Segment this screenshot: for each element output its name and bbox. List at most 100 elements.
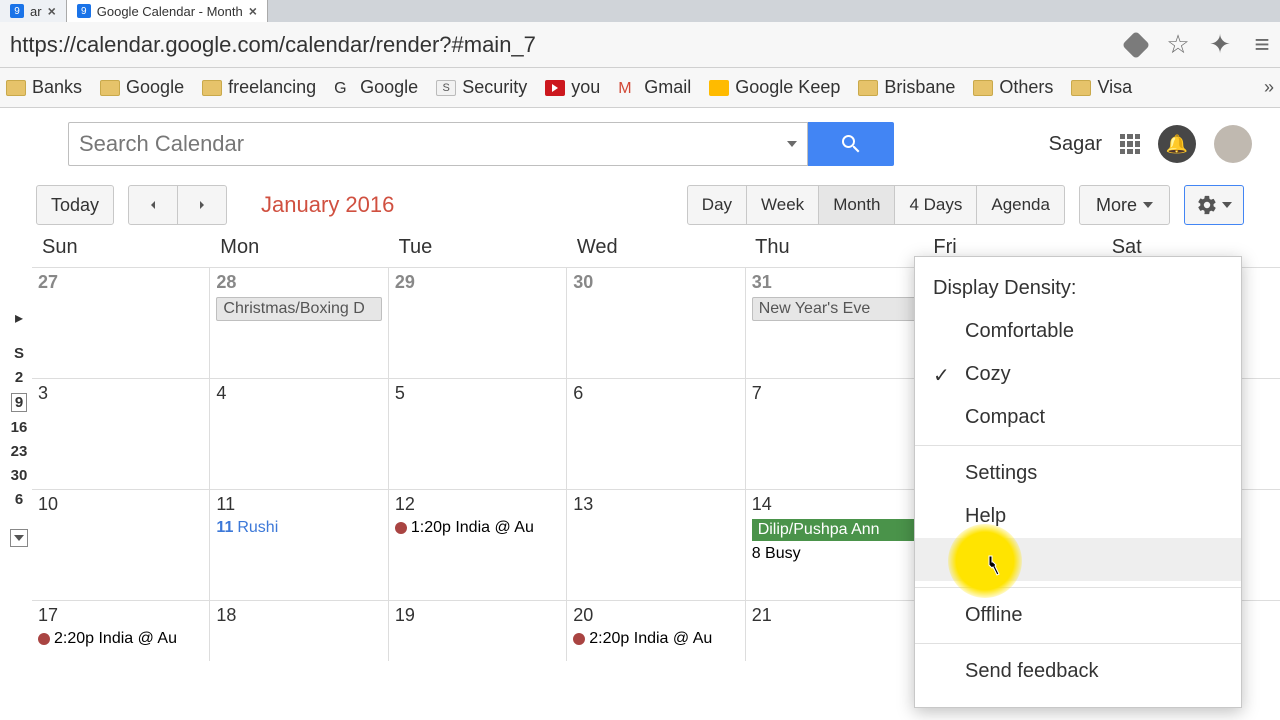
bookmark-item[interactable]: MGmail [618, 77, 691, 98]
view-day[interactable]: Day [687, 185, 747, 225]
calendar-event[interactable]: Christmas/Boxing D [216, 297, 381, 321]
today-button[interactable]: Today [36, 185, 114, 225]
bookmark-item[interactable]: Banks [6, 77, 82, 98]
menu-help[interactable]: Help [915, 495, 1241, 538]
mini-week-num[interactable]: 23 [11, 443, 28, 460]
day-number: 12 [395, 494, 560, 515]
tab-favicon: 9 [77, 4, 91, 18]
search-dropdown-icon[interactable] [787, 141, 797, 147]
bookmark-item[interactable]: SSecurity [436, 77, 527, 98]
view-week[interactable]: Week [747, 185, 819, 225]
calendar-day[interactable]: 6 [566, 379, 744, 489]
view-agenda[interactable]: Agenda [977, 185, 1065, 225]
density-comfortable[interactable]: Comfortable [915, 310, 1241, 353]
event-dot-icon [38, 633, 50, 645]
search-button[interactable] [808, 122, 894, 166]
calendar-day[interactable]: 30 [566, 268, 744, 378]
calendar-event[interactable]: 11 Rushi [216, 519, 381, 537]
mini-week-num-current[interactable]: 9 [11, 393, 27, 412]
username-label[interactable]: Sagar [1049, 133, 1102, 156]
day-header: Wed [567, 230, 745, 267]
bookmark-item[interactable]: Google [100, 77, 184, 98]
calendar-event[interactable]: New Year's Eve [752, 297, 917, 321]
bookmark-item[interactable]: Google Keep [709, 77, 840, 98]
day-header: Mon [210, 230, 388, 267]
mini-week-num[interactable]: 30 [11, 467, 28, 484]
search-input[interactable]: Search Calendar [68, 122, 808, 166]
bookmark-item[interactable]: you [545, 77, 600, 98]
browser-tab[interactable]: 9 ar × [0, 0, 67, 22]
calendar-day[interactable]: 7 [745, 379, 923, 489]
calendar-day[interactable]: 4 [209, 379, 387, 489]
calendar-day[interactable]: 27 [32, 268, 209, 378]
expand-icon[interactable]: ▸ [15, 308, 23, 328]
menu-heading: Display Density: [915, 271, 1241, 310]
view-month[interactable]: Month [819, 185, 895, 225]
density-compact[interactable]: Compact [915, 396, 1241, 439]
url-field[interactable]: https://calendar.google.com/calendar/ren… [4, 32, 1108, 58]
avatar[interactable] [1214, 125, 1252, 163]
density-cozy[interactable]: Cozy [915, 353, 1241, 396]
bookmark-item[interactable]: freelancing [202, 77, 316, 98]
calendar-day[interactable]: 18 [209, 601, 387, 661]
calendar-event[interactable]: 8 Busy [752, 545, 917, 563]
day-number: 27 [38, 272, 203, 293]
next-button[interactable] [178, 185, 227, 225]
day-number: 3 [38, 383, 203, 404]
notifications-icon[interactable]: 🔔 [1158, 125, 1196, 163]
day-number: 5 [395, 383, 560, 404]
prev-button[interactable] [128, 185, 178, 225]
close-icon[interactable]: × [48, 3, 56, 19]
calendar-day[interactable]: 13 [566, 490, 744, 600]
day-number: 7 [752, 383, 917, 404]
day-number: 6 [573, 383, 738, 404]
star-icon[interactable]: ☆ [1164, 31, 1192, 59]
apps-icon[interactable] [1120, 134, 1140, 154]
calendar-day[interactable]: 28Christmas/Boxing D [209, 268, 387, 378]
day-number: 21 [752, 605, 917, 626]
menu-settings[interactable]: Settings [915, 452, 1241, 495]
menu-feedback[interactable]: Send feedback [915, 650, 1241, 693]
calendar-day[interactable]: 3 [32, 379, 209, 489]
calendar-day[interactable]: 21 [745, 601, 923, 661]
calendar-day[interactable]: 29 [388, 268, 566, 378]
gear-icon [1196, 194, 1218, 216]
calendar-day[interactable]: 5 [388, 379, 566, 489]
calendar-day[interactable]: 1111 Rushi [209, 490, 387, 600]
browser-tab-active[interactable]: 9 Google Calendar - Month × [67, 0, 268, 22]
bookmarks-bar: Banks Google freelancing GGoogle SSecuri… [0, 68, 1280, 108]
mini-week-num[interactable]: 6 [15, 491, 23, 508]
bookmark-item[interactable]: Others [973, 77, 1053, 98]
day-header: Sun [32, 230, 210, 267]
settings-button[interactable] [1184, 185, 1244, 225]
bookmark-item[interactable]: GGoogle [334, 77, 418, 98]
menu-divider [915, 643, 1241, 644]
bookmark-item[interactable]: Brisbane [858, 77, 955, 98]
mini-dropdown-icon[interactable] [10, 529, 28, 547]
mini-week-num[interactable]: 2 [15, 369, 23, 386]
bookmark-diamond-icon[interactable] [1122, 31, 1150, 59]
calendar-day[interactable]: 10 [32, 490, 209, 600]
menu-icon[interactable]: ≡ [1248, 31, 1276, 59]
calendar-day[interactable]: 19 [388, 601, 566, 661]
calendar-day[interactable]: 202:20p India @ Au [566, 601, 744, 661]
calendar-event[interactable]: Dilip/Pushpa Ann [752, 519, 917, 541]
calendar-day[interactable]: 14Dilip/Pushpa Ann8 Busy [745, 490, 923, 600]
calendar-event[interactable]: 1:20p India @ Au [395, 519, 560, 537]
extensions-icon[interactable]: ✦ [1206, 31, 1234, 59]
calendar-day[interactable]: 172:20p India @ Au [32, 601, 209, 661]
calendar-day[interactable]: 12 1:20p India @ Au [388, 490, 566, 600]
calendar-event[interactable]: 2:20p India @ Au [573, 630, 738, 648]
view-4days[interactable]: 4 Days [895, 185, 977, 225]
mini-day-letter: S [14, 345, 24, 362]
calendar-day[interactable]: 31New Year's Eve [745, 268, 923, 378]
bookmarks-overflow-icon[interactable]: » [1264, 77, 1274, 98]
mini-week-num[interactable]: 16 [11, 419, 28, 436]
close-icon[interactable]: × [249, 3, 257, 19]
menu-offline[interactable]: Offline [915, 594, 1241, 637]
bookmark-item[interactable]: Visa [1071, 77, 1132, 98]
menu-labs[interactable]: Labs [915, 538, 1241, 581]
more-button[interactable]: More [1079, 185, 1170, 225]
calendar-toolbar: Today January 2016 Day Week Month 4 Days… [0, 180, 1280, 230]
calendar-event[interactable]: 2:20p India @ Au [38, 630, 203, 648]
